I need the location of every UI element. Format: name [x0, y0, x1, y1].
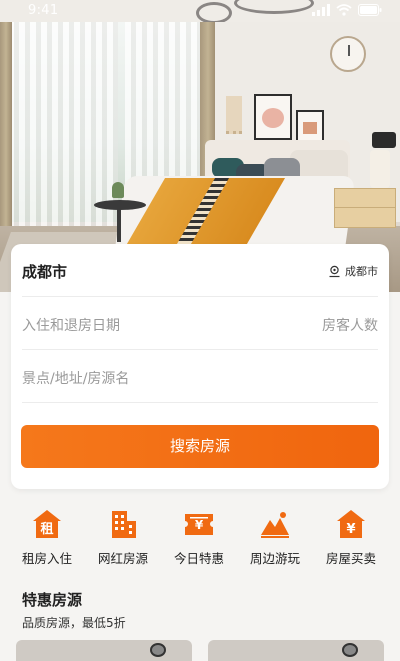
wifi-icon [336, 4, 352, 16]
location-pin-icon [329, 265, 340, 277]
search-card: 成都市 成都市 入住和退房日期 房客人数 景点/地址/房源名 搜索房源 [11, 244, 389, 489]
nightstand [334, 188, 396, 228]
house-yuan-icon: ¥ [337, 510, 365, 538]
search-button[interactable]: 搜索房源 [21, 425, 379, 468]
section-subtitle: 品质房源，最低5折 [22, 616, 126, 630]
category-buy-sell[interactable]: ¥ 房屋买卖 [313, 508, 389, 568]
category-label: 房屋买卖 [325, 551, 376, 566]
wall-hanging [226, 96, 242, 134]
category-nav: 租 租房入住 网红房源 ¥ 今日特惠 周边游玩 ¥ 房屋买卖 [0, 508, 400, 568]
category-label: 今日特惠 [173, 551, 224, 566]
keyword-search-input[interactable]: 景点/地址/房源名 [22, 368, 129, 388]
speaker [372, 132, 396, 148]
status-time: 9:41 [28, 3, 59, 18]
category-popular[interactable]: 网红房源 [85, 508, 161, 568]
category-deals[interactable]: ¥ 今日特惠 [161, 508, 237, 568]
guest-count-field[interactable]: 房客人数 [322, 315, 378, 335]
date-guest-row: 入住和退房日期 房客人数 [22, 297, 378, 350]
category-rent[interactable]: 租 租房入住 [9, 508, 85, 568]
sheer-curtain [8, 22, 118, 227]
category-label: 周边游玩 [249, 551, 300, 566]
date-range-field[interactable]: 入住和退房日期 [22, 315, 120, 335]
wall-art [254, 94, 292, 140]
rent-icon-glyph: 租 [40, 522, 53, 537]
mountain-icon [261, 512, 289, 538]
current-location-label: 成都市 [345, 265, 378, 278]
wall-clock [330, 36, 366, 72]
drape [0, 22, 12, 232]
coupon-icon: ¥ [185, 514, 213, 535]
listing-image [342, 643, 358, 657]
wall-art [296, 110, 324, 142]
section-title: 特惠房源 [22, 591, 83, 609]
category-nearby[interactable]: 周边游玩 [237, 508, 313, 568]
lamp [370, 150, 390, 188]
coupon-icon-glyph: ¥ [195, 518, 204, 532]
status-icons [312, 4, 382, 16]
category-label: 租房入住 [21, 551, 72, 566]
side-table-leg [117, 208, 121, 242]
city-row[interactable]: 成都市 成都市 [22, 244, 378, 297]
category-label: 网红房源 [97, 551, 148, 566]
house-yuan-icon-glyph: ¥ [346, 522, 355, 537]
building-icon [112, 511, 136, 538]
rent-icon: 租 [33, 510, 61, 538]
listing-card[interactable] [208, 640, 384, 661]
listing-card[interactable] [16, 640, 192, 661]
listing-image [150, 643, 166, 657]
battery-icon [358, 4, 382, 16]
city-selector[interactable]: 成都市 [22, 261, 67, 282]
keyword-row[interactable]: 景点/地址/房源名 [22, 350, 378, 403]
current-location-button[interactable]: 成都市 [328, 263, 378, 279]
signal-icon [312, 4, 330, 16]
plant [112, 182, 124, 198]
status-bar: 9:41 [0, 0, 400, 22]
